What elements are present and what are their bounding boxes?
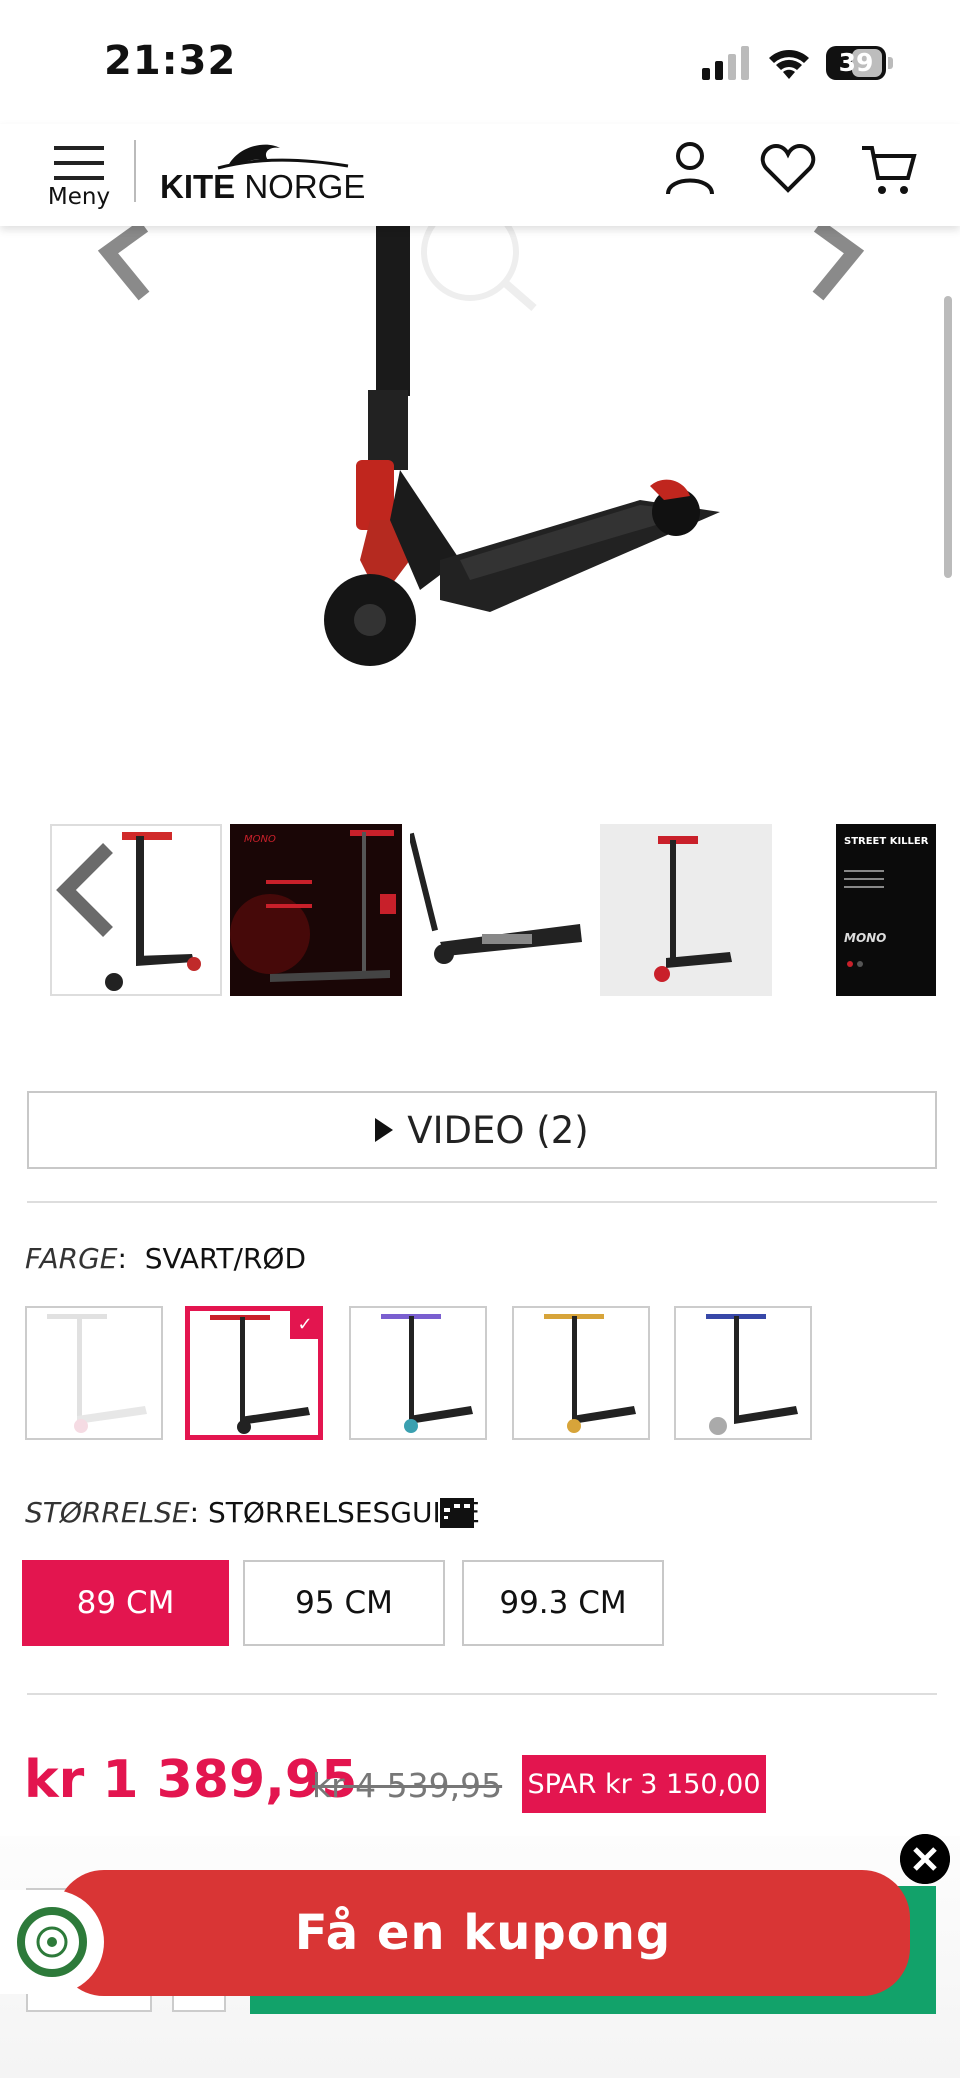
savings-badge: SPAR kr 3 150,00 xyxy=(522,1755,766,1813)
svg-text:MONO: MONO xyxy=(244,834,276,845)
color-swatch-white[interactable] xyxy=(25,1306,163,1440)
play-icon xyxy=(375,1118,394,1142)
account-icon[interactable] xyxy=(660,138,720,200)
color-swatch-black-red[interactable]: ✓ xyxy=(185,1306,323,1440)
section-divider xyxy=(27,1201,937,1203)
svg-text:STREET KILLER: STREET KILLER xyxy=(844,836,929,847)
size-option-89[interactable]: 89 CM xyxy=(22,1560,229,1646)
size-option-99-3[interactable]: 99.3 CM xyxy=(462,1560,664,1646)
section-divider xyxy=(27,1693,937,1695)
logo-text: KITE NORGE xyxy=(160,168,366,205)
next-image-arrow-icon[interactable] xyxy=(806,226,886,306)
thumb-scooter-studio[interactable] xyxy=(600,824,772,996)
color-label-row: FARGE: SVART/RØD xyxy=(25,1242,307,1275)
thumb-scooter-deck[interactable] xyxy=(410,824,582,996)
thumb-mono-street-specs[interactable]: MONO xyxy=(230,824,402,996)
color-value: SVART/RØD xyxy=(144,1242,307,1275)
cart-icon[interactable] xyxy=(858,138,918,200)
thumb-street-killer-promo[interactable]: STREET KILLER MONO xyxy=(836,824,936,996)
size-option-95[interactable]: 95 CM xyxy=(243,1560,445,1646)
cellular-signal-icon xyxy=(702,46,749,80)
ruler-icon[interactable] xyxy=(440,1498,474,1528)
wishlist-heart-icon[interactable] xyxy=(758,138,818,200)
svg-text:MONO: MONO xyxy=(844,931,886,945)
header-divider xyxy=(134,140,136,202)
wifi-icon xyxy=(769,50,809,79)
prev-image-arrow-icon[interactable] xyxy=(82,226,162,306)
color-swatch-black-blue[interactable] xyxy=(674,1306,812,1440)
battery-level: 39 xyxy=(838,48,874,77)
menu-label: Meny xyxy=(47,184,111,210)
hamburger-icon xyxy=(54,146,104,180)
status-time: 21:32 xyxy=(104,38,237,84)
get-coupon-button[interactable]: Få en kupong xyxy=(56,1870,910,1996)
scrollbar[interactable] xyxy=(944,296,952,578)
battery-icon: 39 xyxy=(826,46,894,80)
color-label: FARGE xyxy=(25,1242,118,1275)
current-price: kr 1 389,95 xyxy=(24,1750,358,1810)
color-swatch-black-purple[interactable] xyxy=(349,1306,487,1440)
color-swatch-black-gold[interactable] xyxy=(512,1306,650,1440)
eco-recycle-icon[interactable] xyxy=(0,1890,104,1994)
size-label: STØRRELSE xyxy=(25,1496,190,1529)
size-label-row: STØRRELSE: STØRRELSESGUIDE xyxy=(25,1496,480,1529)
product-main-image[interactable] xyxy=(0,226,960,806)
video-label: VIDEO (2) xyxy=(407,1108,589,1152)
original-price: kr 4 539,95 xyxy=(312,1766,503,1805)
selected-check-icon: ✓ xyxy=(290,1309,320,1339)
video-button[interactable]: VIDEO (2) xyxy=(27,1091,937,1169)
close-icon[interactable] xyxy=(900,1834,950,1884)
thumbs-prev-arrow-icon[interactable] xyxy=(50,840,120,940)
